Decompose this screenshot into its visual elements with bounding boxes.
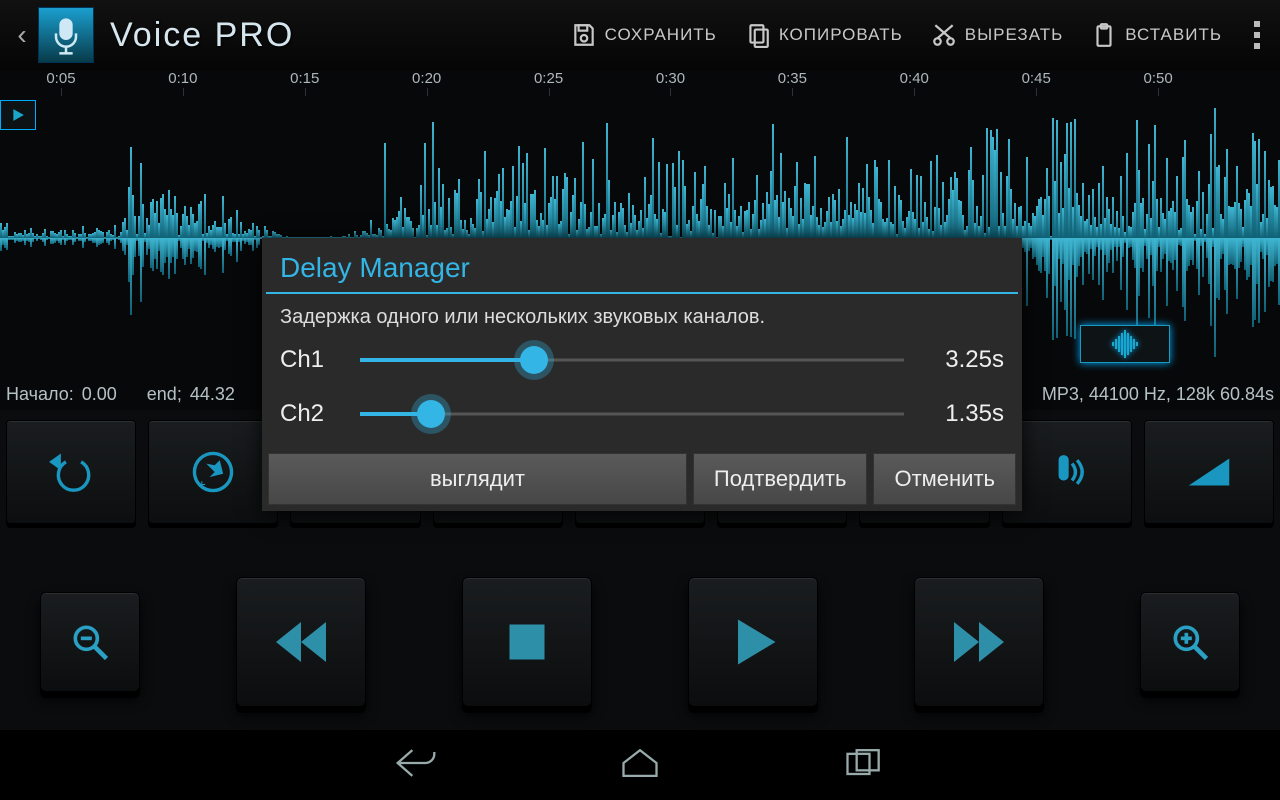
loop-end-marker[interactable]: [1080, 325, 1170, 363]
speed-button[interactable]: +: [148, 420, 278, 524]
end-value: 44.32: [190, 384, 235, 405]
nav-back-icon[interactable]: [394, 744, 438, 787]
more-menu-button[interactable]: [1246, 13, 1270, 57]
undo-button[interactable]: [6, 420, 136, 524]
copy-label: КОПИРОВАТЬ: [779, 25, 903, 45]
ch2-label: Ch2: [280, 400, 340, 428]
cancel-button[interactable]: Отменить: [873, 453, 1016, 505]
nav-recent-icon[interactable]: [842, 744, 886, 787]
nav-home-icon[interactable]: [618, 744, 662, 787]
save-label: СОХРАНИТЬ: [605, 25, 717, 45]
dialog-description: Задержка одного или нескольких звуковых …: [262, 306, 1022, 339]
slider-row-ch1: Ch1 3.25s: [262, 339, 1022, 393]
start-label: Начало:: [6, 384, 74, 405]
top-bar: ‹ Voice PRO СОХРАНИТЬ КОПИРОВАТЬ: [0, 0, 1280, 70]
ch2-value: 1.35s: [924, 400, 1004, 428]
stop-button[interactable]: [462, 577, 592, 707]
zoom-in-button[interactable]: [1140, 592, 1240, 692]
svg-text:+: +: [198, 477, 206, 492]
dialog-title: Delay Manager: [262, 238, 1022, 292]
cut-icon: [931, 22, 957, 48]
copy-button[interactable]: КОПИРОВАТЬ: [733, 18, 915, 52]
paste-icon: [1091, 22, 1117, 48]
paste-button[interactable]: ВСТАВИТЬ: [1079, 18, 1234, 52]
forward-button[interactable]: [914, 577, 1044, 707]
start-value: 0.00: [82, 384, 117, 405]
app-logo[interactable]: [38, 7, 94, 63]
rewind-button[interactable]: [236, 577, 366, 707]
ch1-value: 3.25s: [924, 346, 1004, 374]
cut-button[interactable]: ВЫРЕЗАТЬ: [919, 18, 1076, 52]
back-icon[interactable]: ‹: [10, 10, 34, 60]
save-icon: [571, 22, 597, 48]
copy-icon: [745, 22, 771, 48]
save-button[interactable]: СОХРАНИТЬ: [559, 18, 729, 52]
preview-button[interactable]: выглядит: [268, 453, 687, 505]
cut-label: ВЫРЕЗАТЬ: [965, 25, 1064, 45]
end-label: end;: [147, 384, 182, 405]
android-nav-bar: [0, 730, 1280, 800]
format-info: MP3, 44100 Hz, 128k 60.84s: [1042, 384, 1274, 405]
ch1-slider[interactable]: [360, 345, 904, 375]
paste-label: ВСТАВИТЬ: [1125, 25, 1222, 45]
play-button[interactable]: [688, 577, 818, 707]
ch1-label: Ch1: [280, 346, 340, 374]
time-ruler: 0:050:100:150:200:250:300:350:400:450:50: [0, 70, 1280, 96]
transport-bar: [0, 562, 1280, 722]
slider-row-ch2: Ch2 1.35s: [262, 393, 1022, 447]
confirm-button[interactable]: Подтвердить: [693, 453, 868, 505]
fade-button[interactable]: [1144, 420, 1274, 524]
ch2-slider[interactable]: [360, 399, 904, 429]
delay-manager-dialog: Delay Manager Задержка одного или нескол…: [262, 238, 1022, 511]
zoom-out-button[interactable]: [40, 592, 140, 692]
app-title: Voice PRO: [110, 16, 294, 55]
